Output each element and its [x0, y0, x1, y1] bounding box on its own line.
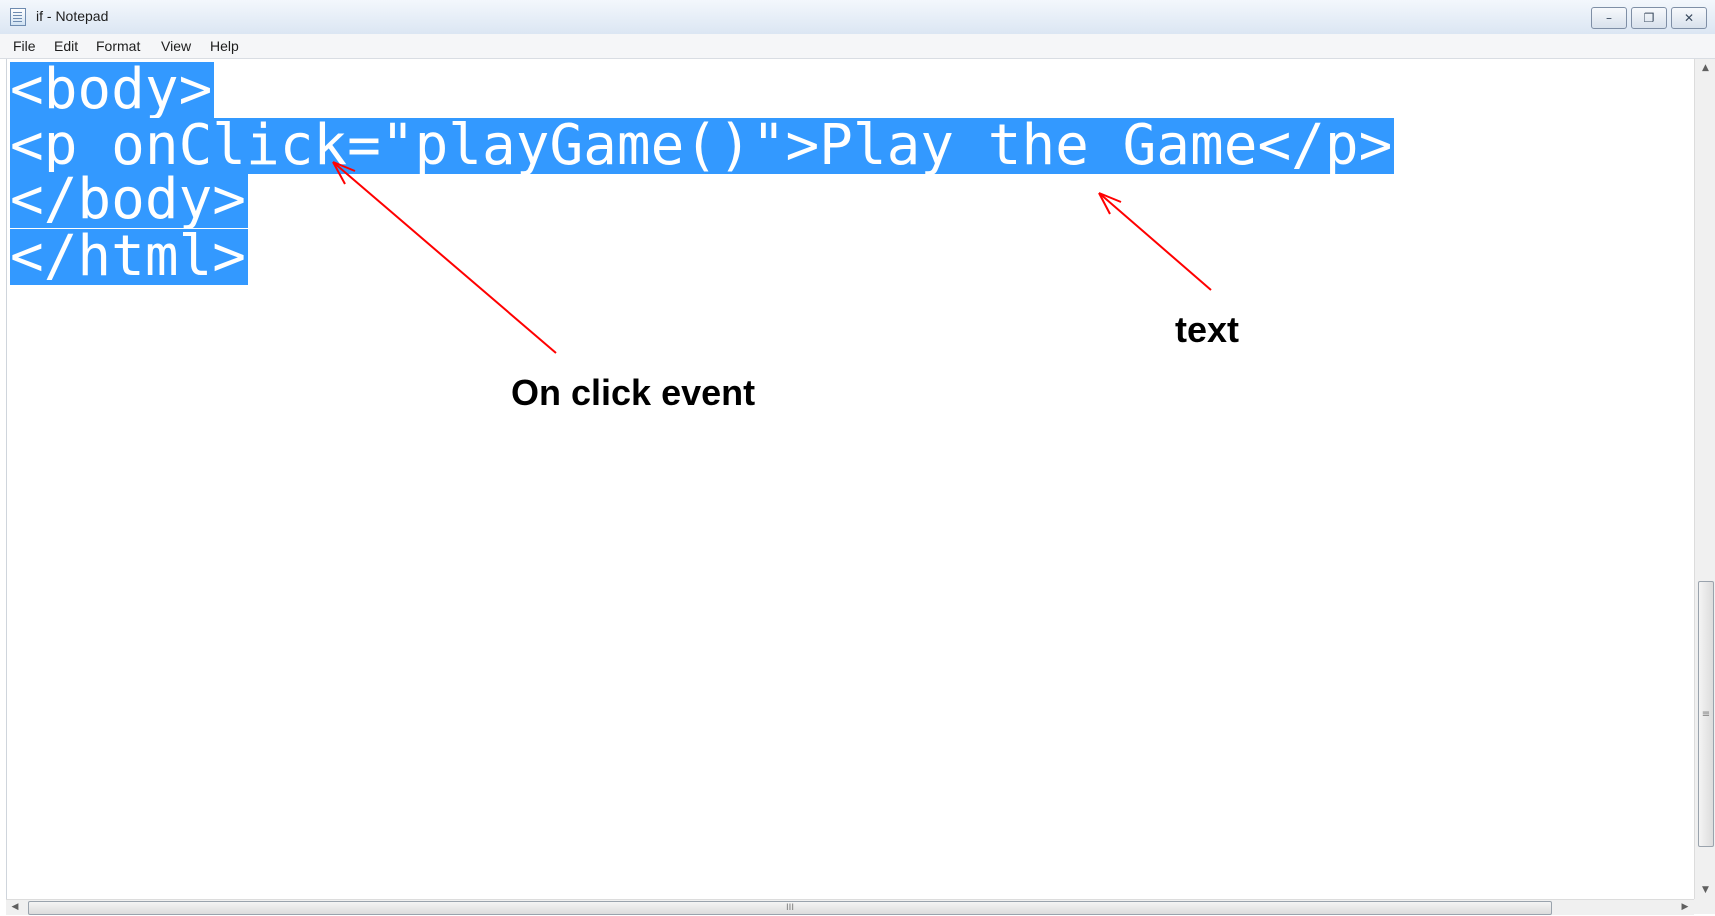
close-button[interactable]: ✕: [1671, 7, 1707, 29]
minimize-button[interactable]: –: [1591, 7, 1627, 29]
menu-format[interactable]: Format: [96, 38, 140, 54]
restore-button[interactable]: ❐: [1631, 7, 1667, 29]
code-line-4[interactable]: </html>: [10, 229, 249, 285]
title-bar[interactable]: if - Notepad – ❐ ✕: [0, 0, 1715, 35]
vertical-scrollbar[interactable]: ▲ ≡ ▼: [1694, 59, 1715, 899]
horizontal-scroll-thumb[interactable]: III: [28, 901, 1552, 915]
window-title: if - Notepad: [36, 8, 109, 24]
menu-edit[interactable]: Edit: [54, 38, 78, 54]
scroll-up-icon[interactable]: ▲: [1695, 59, 1715, 77]
menu-view[interactable]: View: [161, 38, 191, 54]
horizontal-scrollbar[interactable]: ◀ III ▶: [6, 899, 1694, 915]
text-annotation-label: text: [1175, 309, 1240, 350]
menu-bar: File Edit Format View Help: [0, 34, 1715, 59]
code-line-1[interactable]: <body>: [10, 62, 215, 118]
scroll-left-icon[interactable]: ◀: [6, 898, 24, 916]
text-editor-area[interactable]: <body> <p onClick="playGame()">Play the …: [6, 59, 1693, 899]
code-line-3[interactable]: </body>: [10, 172, 249, 228]
caption-buttons: – ❐ ✕: [1591, 7, 1707, 29]
scroll-right-icon[interactable]: ▶: [1676, 898, 1694, 916]
vertical-scroll-thumb[interactable]: ≡: [1698, 581, 1714, 847]
menu-file[interactable]: File: [13, 38, 36, 54]
size-grip[interactable]: [1694, 899, 1715, 914]
code-line-2[interactable]: <p onClick="playGame()">Play the Game</p…: [10, 118, 1395, 174]
menu-help[interactable]: Help: [210, 38, 239, 54]
scroll-down-icon[interactable]: ▼: [1695, 881, 1715, 899]
onclick-annotation-label: On click event: [511, 372, 756, 413]
notepad-window: if - Notepad – ❐ ✕ File Edit Format View…: [0, 0, 1715, 915]
notepad-icon[interactable]: [10, 8, 26, 26]
